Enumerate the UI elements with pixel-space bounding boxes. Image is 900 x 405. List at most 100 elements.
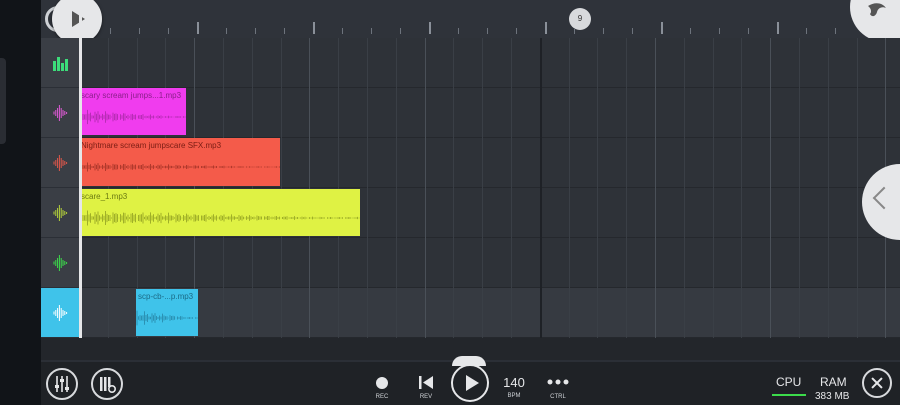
bars-icon bbox=[53, 56, 68, 71]
ram-value: 383 MB bbox=[815, 391, 850, 402]
grid-line bbox=[597, 38, 598, 338]
grid-line bbox=[453, 38, 454, 338]
tempo-label: BPM bbox=[507, 393, 521, 399]
record-button[interactable]: REC bbox=[370, 370, 394, 404]
track-header-2[interactable] bbox=[41, 88, 79, 138]
ruler-tick bbox=[748, 28, 749, 34]
controls-button[interactable]: CTRL bbox=[545, 370, 571, 404]
audio-clip[interactable]: scp-cb-...p.mp3 bbox=[136, 289, 198, 336]
ruler-tick bbox=[371, 28, 372, 34]
grid-line bbox=[770, 38, 771, 338]
ruler-tick bbox=[632, 28, 633, 34]
waveform-icon bbox=[53, 154, 68, 171]
system-edge-strip bbox=[0, 0, 41, 405]
playhead[interactable] bbox=[79, 0, 82, 338]
clip-waveform bbox=[79, 210, 360, 226]
grid-line bbox=[569, 38, 570, 338]
ruler-tick bbox=[429, 22, 431, 34]
waveform-icon bbox=[53, 204, 68, 221]
waveform-icon bbox=[53, 254, 68, 271]
clip-waveform bbox=[79, 162, 280, 172]
play-button[interactable] bbox=[451, 364, 489, 402]
ruler-tick bbox=[603, 28, 604, 34]
clip-name: scp-cb-...p.mp3 bbox=[138, 292, 194, 301]
track-lane[interactable] bbox=[79, 88, 900, 138]
track-header-4[interactable] bbox=[41, 188, 79, 238]
fl-studio-mobile-window: 9 scary scream jumps...1.mp3 Nightmare sc… bbox=[0, 0, 900, 405]
grid-line bbox=[684, 38, 685, 338]
track-headers bbox=[41, 38, 79, 338]
ruler-tick bbox=[574, 28, 575, 34]
mixer-button[interactable] bbox=[46, 368, 78, 400]
record-icon bbox=[376, 377, 388, 389]
ruler-tick bbox=[255, 28, 256, 34]
grid-line bbox=[281, 38, 282, 338]
ruler-tick bbox=[342, 28, 343, 34]
audio-clip[interactable]: scare_1.mp3 bbox=[79, 189, 360, 236]
playlist-grid[interactable]: scary scream jumps...1.mp3 Nightmare scre… bbox=[79, 38, 900, 338]
ruler-tick bbox=[835, 28, 836, 34]
edge-panel-handle[interactable] bbox=[0, 58, 6, 144]
more-dots-icon bbox=[547, 379, 569, 385]
grid-line bbox=[338, 38, 339, 338]
grid-line bbox=[741, 38, 742, 338]
grid-line bbox=[511, 38, 512, 338]
grid-line bbox=[713, 38, 714, 338]
grid-line bbox=[396, 38, 397, 338]
grid-line bbox=[540, 38, 542, 338]
ruler-tick bbox=[400, 28, 401, 34]
waveform-icon bbox=[53, 104, 68, 121]
mixer-icon bbox=[55, 376, 69, 392]
grid-line bbox=[482, 38, 483, 338]
piano-gear-icon bbox=[100, 377, 117, 394]
ruler-tick bbox=[806, 28, 807, 34]
clip-waveform bbox=[79, 109, 186, 125]
ruler-tick bbox=[661, 22, 663, 34]
track-header-5[interactable] bbox=[41, 238, 79, 288]
track-lane[interactable] bbox=[79, 238, 900, 288]
ruler-tick bbox=[690, 28, 691, 34]
grid-line bbox=[425, 38, 426, 338]
cpu-label: CPU bbox=[776, 375, 802, 389]
clip-waveform bbox=[136, 310, 198, 326]
timeline-ruler[interactable]: 9 bbox=[41, 0, 900, 39]
rewind-label: REV bbox=[419, 394, 433, 400]
ruler-tick bbox=[719, 28, 720, 34]
ruler-tick bbox=[516, 28, 517, 34]
ram-label: RAM bbox=[820, 375, 847, 389]
track-header-1[interactable] bbox=[41, 38, 79, 88]
grid-line bbox=[828, 38, 829, 338]
ruler-tick bbox=[545, 22, 547, 34]
grid-line bbox=[252, 38, 253, 338]
record-label: REC bbox=[375, 394, 389, 400]
grid-line bbox=[655, 38, 656, 338]
skip-back-icon bbox=[419, 376, 433, 389]
audio-clip[interactable]: scary scream jumps...1.mp3 bbox=[79, 88, 186, 135]
close-button[interactable] bbox=[862, 368, 892, 398]
ruler-tick bbox=[110, 28, 111, 34]
audio-clip[interactable]: Nightmare scream jumpscare SFX.mp3 bbox=[79, 138, 280, 186]
ruler-tick bbox=[197, 22, 199, 34]
clip-name: scary scream jumps...1.mp3 bbox=[81, 91, 182, 100]
grid-line bbox=[108, 38, 109, 338]
ruler-tick bbox=[777, 22, 779, 34]
ruler-tick bbox=[487, 28, 488, 34]
grid-line bbox=[367, 38, 368, 338]
bar-marker[interactable]: 9 bbox=[569, 8, 591, 30]
track-header-3[interactable] bbox=[41, 138, 79, 188]
ruler-tick bbox=[313, 22, 315, 34]
tempo-value[interactable]: 140 bbox=[500, 375, 528, 390]
waveform-icon bbox=[53, 304, 68, 321]
grid-line bbox=[626, 38, 627, 338]
track-header-6[interactable] bbox=[41, 288, 79, 338]
rewind-button[interactable]: REV bbox=[414, 370, 438, 404]
track-lane[interactable] bbox=[79, 38, 900, 88]
ruler-tick bbox=[139, 28, 140, 34]
grid-line bbox=[309, 38, 310, 338]
ruler-tick bbox=[226, 28, 227, 34]
track-lane[interactable] bbox=[79, 288, 900, 338]
ruler-tick bbox=[168, 28, 169, 34]
piano-roll-button[interactable] bbox=[91, 368, 123, 400]
clip-name: Nightmare scream jumpscare SFX.mp3 bbox=[81, 141, 222, 150]
ruler-tick bbox=[458, 28, 459, 34]
